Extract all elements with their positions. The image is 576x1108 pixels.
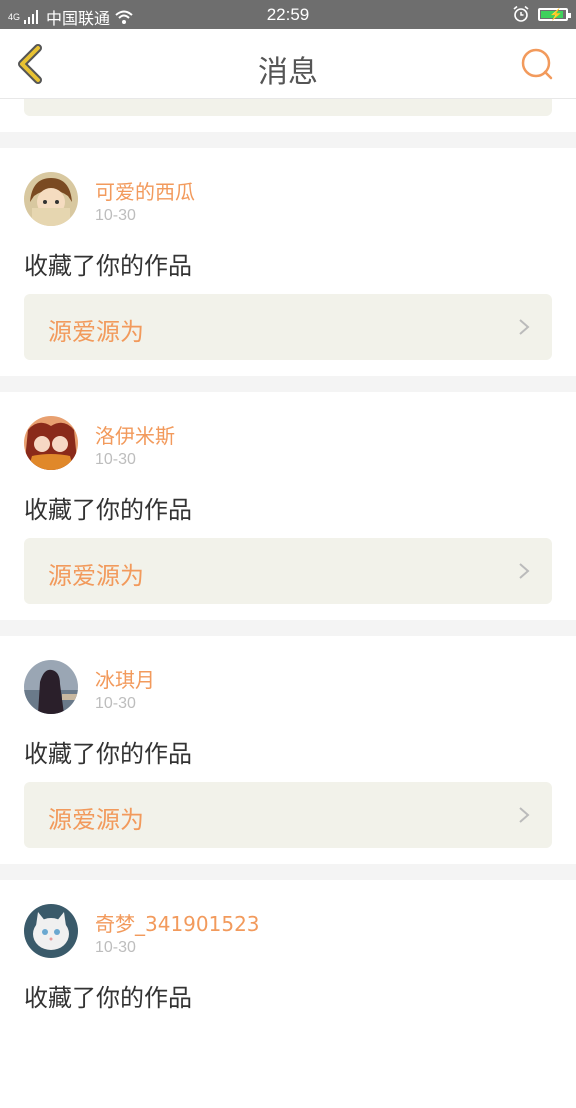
action-text: 收藏了你的作品 xyxy=(24,252,192,280)
work-link-partial[interactable] xyxy=(24,99,552,116)
action-text: 收藏了你的作品 xyxy=(24,740,192,768)
action-text: 收藏了你的作品 xyxy=(24,496,192,524)
work-title: 源爱源为 xyxy=(48,806,144,834)
message-date: 10-30 xyxy=(95,939,136,956)
action-text: 收藏了你的作品 xyxy=(24,984,192,1012)
username[interactable]: 可爱的西瓜 xyxy=(95,176,195,205)
message-card: 冰琪月 10-30 收藏了你的作品 源爱源为 xyxy=(0,636,576,864)
message-list: 可爱的西瓜 10-30 收藏了你的作品 源爱源为 洛伊米斯 10-30 收藏了你… xyxy=(0,99,576,1108)
username[interactable]: 冰琪月 xyxy=(95,664,155,693)
work-link[interactable]: 源爱源为 xyxy=(24,782,552,848)
username[interactable]: 奇梦_341901523 xyxy=(95,908,260,937)
avatar[interactable] xyxy=(24,904,78,958)
avatar[interactable] xyxy=(24,660,78,714)
alarm-icon xyxy=(513,5,529,22)
app-header: 消息 xyxy=(0,29,576,99)
avatar[interactable] xyxy=(24,416,78,470)
chevron-right-icon xyxy=(519,807,530,823)
message-card: 可爱的西瓜 10-30 收藏了你的作品 源爱源为 xyxy=(0,148,576,376)
page-title: 消息 xyxy=(258,55,318,90)
avatar[interactable] xyxy=(24,172,78,226)
username[interactable]: 洛伊米斯 xyxy=(95,420,175,449)
work-link[interactable]: 源爱源为 xyxy=(24,294,552,360)
message-date: 10-30 xyxy=(95,207,136,224)
work-link[interactable]: 源爱源为 xyxy=(24,538,552,604)
status-bar: 4G 中国联通 22:59 ⚡ xyxy=(0,0,576,29)
status-right: ⚡ xyxy=(512,5,571,23)
message-date: 10-30 xyxy=(95,695,136,712)
message-card: 洛伊米斯 10-30 收藏了你的作品 源爱源为 xyxy=(0,392,576,620)
search-icon[interactable] xyxy=(520,47,554,81)
chevron-right-icon xyxy=(519,563,530,579)
message-date: 10-30 xyxy=(95,451,136,468)
work-title: 源爱源为 xyxy=(48,562,144,590)
clock: 22:59 xyxy=(266,5,310,24)
message-card: 奇梦_341901523 10-30 收藏了你的作品 xyxy=(0,880,576,1108)
battery-charging-icon: ⚡ xyxy=(538,7,571,21)
chevron-right-icon xyxy=(519,319,530,335)
list-item-partial xyxy=(0,99,576,132)
work-title: 源爱源为 xyxy=(48,318,144,346)
